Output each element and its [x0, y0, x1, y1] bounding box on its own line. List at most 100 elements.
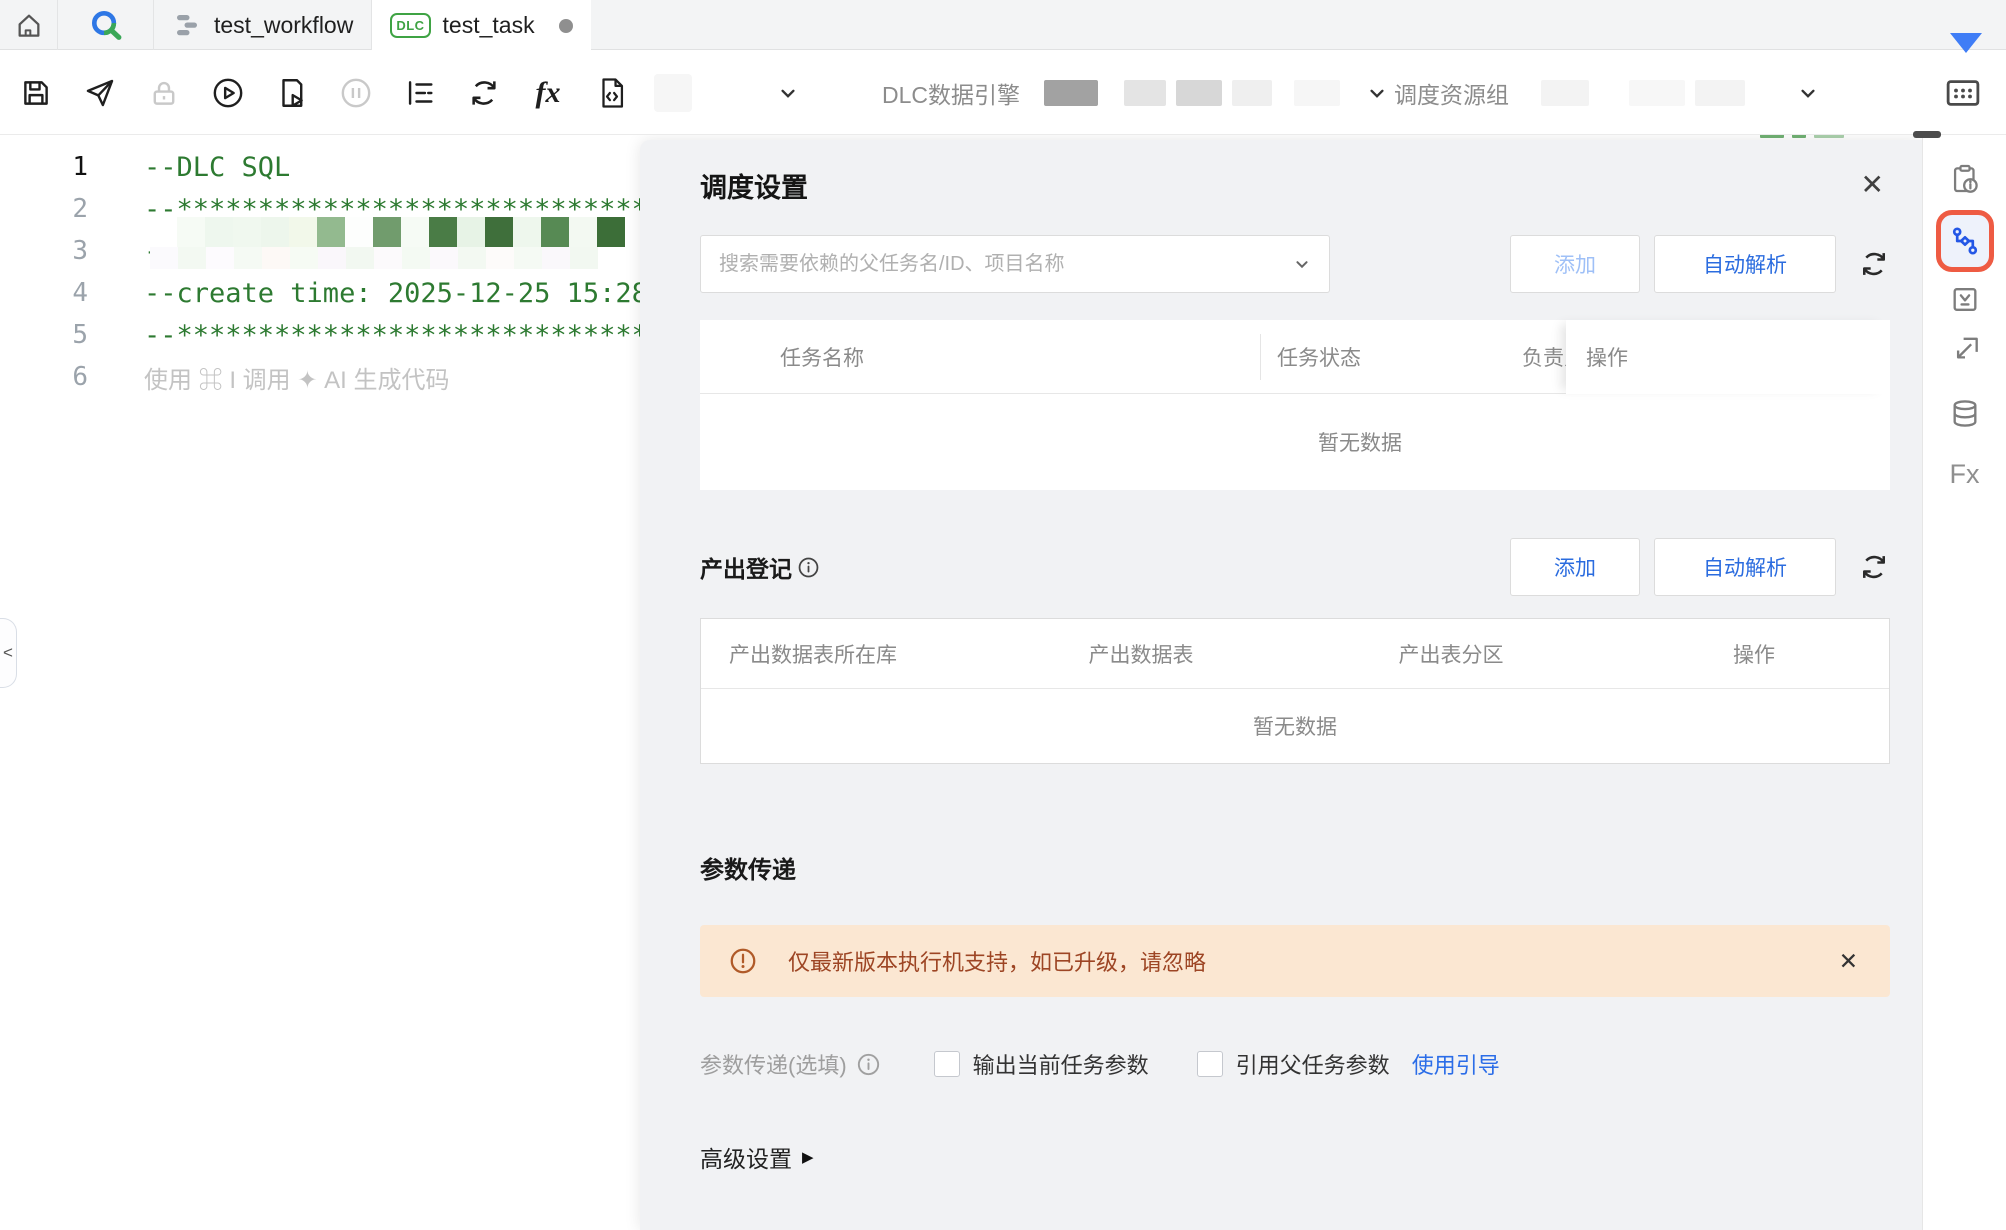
paper-plane-icon [83, 76, 117, 110]
version-button[interactable] [1948, 283, 1981, 316]
redacted-resource-name [1541, 80, 1589, 106]
fx-icon: Fx [1950, 459, 1980, 490]
layout-grid-button[interactable] [1940, 70, 1986, 116]
run-button[interactable] [206, 71, 250, 115]
params-section-title: 参数传递 [700, 850, 796, 885]
line-number: 3 [0, 236, 110, 266]
output-table: 产出数据表所在库 产出数据表 产出表分区 操作 暂无数据 [700, 618, 1890, 764]
pause-button [334, 71, 378, 115]
info-icon[interactable] [855, 1051, 882, 1078]
engine-dropdown[interactable]: DLC数据引擎 [882, 50, 1390, 135]
orchestration-icon [1948, 224, 1982, 258]
dependency-table-header: 任务名称 任务状态 负责人 操作 [700, 320, 1890, 394]
scheduling-settings-button-active[interactable] [1936, 210, 1994, 272]
scrollbar-thumb[interactable] [1913, 131, 1941, 138]
output-add-button[interactable]: 添加 [1510, 538, 1640, 596]
wedata-task-editor-screen: test_workflow DLC test_task [0, 0, 2006, 1230]
code-template-button[interactable] [590, 71, 634, 115]
data-source-button[interactable] [1948, 397, 1981, 430]
format-sql-button[interactable] [398, 71, 442, 115]
dependency-table: 任务名称 任务状态 负责人 操作 暂无数据 [700, 320, 1890, 490]
code-text: --create time: 2025-12-25 15:28 [110, 278, 648, 309]
submit-button[interactable] [78, 71, 122, 115]
redacted-resource-name [1629, 80, 1685, 106]
function-panel-button[interactable]: Fx [1950, 459, 1980, 490]
warning-circle-icon [728, 946, 758, 976]
code-file-icon [595, 76, 629, 110]
close-panel-button[interactable]: ✕ [1861, 168, 1884, 201]
global-search-button[interactable] [58, 0, 154, 50]
file-play-icon [275, 76, 309, 110]
save-icon [19, 76, 53, 110]
lock-icon [147, 76, 181, 110]
resource-group-dropdown[interactable]: 调度资源组 [1394, 50, 1821, 135]
col-output-partition: 产出表分区 [1281, 639, 1621, 669]
search-icon [88, 7, 124, 43]
tab-task-label: test_task [443, 12, 535, 39]
pause-circle-icon [339, 76, 373, 110]
chevron-left-icon: < [3, 643, 13, 663]
output-current-params-checkbox[interactable] [934, 1051, 960, 1077]
right-sidebar: Fx [1922, 135, 2006, 1230]
params-optional-row: 参数传递(选填) 输出当前任务参数 引用父任务参数 使用引导 [700, 1042, 1890, 1086]
database-icon [1948, 397, 1981, 430]
output-section-title: 产出登记 [700, 550, 821, 584]
column-divider [1260, 334, 1261, 380]
dependency-auto-parse-button[interactable]: 自动解析 [1654, 235, 1836, 293]
redacted-engine-name [1232, 80, 1272, 106]
redacted-author-mosaic [150, 247, 598, 269]
output-toolbar: 产出登记 添加 自动解析 [700, 538, 1890, 596]
play-circle-icon [211, 76, 245, 110]
task-type-dropdown[interactable] [775, 50, 801, 135]
dependency-add-button[interactable]: 添加 [1510, 235, 1640, 293]
tab-test-workflow[interactable]: test_workflow [154, 0, 372, 50]
home-button[interactable] [0, 0, 58, 50]
close-icon: ✕ [1839, 948, 1858, 974]
usage-guide-link[interactable]: 使用引导 [1412, 1048, 1500, 1080]
resource-group-label: 调度资源组 [1394, 76, 1509, 110]
refresh-icon [467, 76, 501, 110]
warning-text: 仅最新版本执行机支持，如已升级，请忽略 [788, 945, 1839, 977]
dependency-refresh-button[interactable] [1858, 248, 1890, 280]
save-button[interactable] [14, 71, 58, 115]
line-number: 2 [0, 194, 110, 224]
line-number: 5 [0, 320, 110, 350]
chevron-down-icon [1291, 253, 1313, 275]
fx-icon: fx [536, 76, 561, 110]
tab-overflow-button[interactable] [1950, 33, 1982, 53]
tab-test-task[interactable]: DLC test_task [372, 0, 590, 51]
redacted-engine-name [1044, 80, 1098, 106]
home-icon [13, 9, 45, 41]
advanced-settings-toggle[interactable]: 高级设置 ▶ [700, 1140, 814, 1174]
output-refresh-button[interactable] [1858, 551, 1890, 583]
engine-label: DLC数据引擎 [882, 76, 1020, 110]
workflow-icon [172, 10, 202, 40]
ai-hint-text: 使用 ⌘ I 调用 ✦ AI 生成代码 [110, 360, 449, 395]
redacted-resource-name [1695, 80, 1745, 106]
info-icon[interactable] [796, 555, 821, 580]
lineage-button[interactable] [1948, 334, 1981, 367]
dismiss-warning-button[interactable]: ✕ [1839, 948, 1858, 975]
tab-workflow-label: test_workflow [214, 12, 353, 39]
col-output-table: 产出数据表 [1001, 639, 1281, 669]
output-auto-parse-button[interactable]: 自动解析 [1654, 538, 1836, 596]
advanced-run-button[interactable] [270, 71, 314, 115]
col-actions: 操作 [1621, 639, 1887, 669]
parent-task-search-input[interactable] [719, 253, 1291, 276]
function-button[interactable]: fx [526, 71, 570, 115]
line-number: 1 [0, 152, 110, 182]
task-info-button[interactable] [1948, 162, 1982, 196]
code-text: --DLC SQL [110, 152, 290, 183]
dlc-badge-icon: DLC [390, 13, 430, 38]
close-icon: ✕ [1861, 169, 1884, 200]
collapse-left-panel-handle[interactable]: < [0, 618, 17, 688]
ref-parent-params-checkbox[interactable] [1197, 1051, 1223, 1077]
refresh-button[interactable] [462, 71, 506, 115]
line-number: 4 [0, 278, 110, 308]
toolbar: fx DLC数据引擎 [0, 50, 2006, 135]
chevron-down-icon [1795, 80, 1821, 106]
toolbar-actions: fx [14, 50, 692, 135]
version-box-icon [1948, 283, 1981, 316]
output-table-header: 产出数据表所在库 产出数据表 产出表分区 操作 [701, 619, 1889, 689]
parent-task-search[interactable] [700, 235, 1330, 293]
